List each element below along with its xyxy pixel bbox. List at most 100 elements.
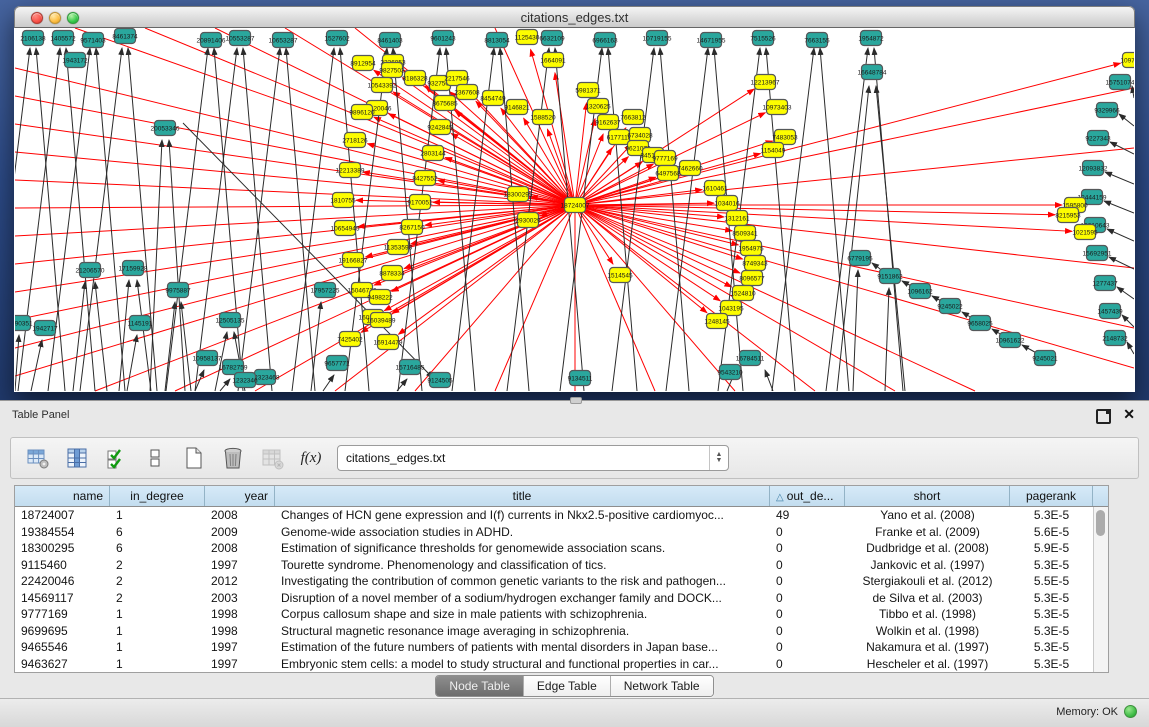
graph-node[interactable]: 10958137 (193, 351, 222, 366)
cited-node[interactable]: 1524810 (730, 286, 756, 301)
cited-node[interactable]: 1514545 (607, 268, 633, 283)
column-header-title[interactable]: title (275, 486, 770, 506)
cited-node[interactable]: 8096577 (739, 271, 765, 286)
graph-node[interactable]: 1527602 (324, 31, 350, 46)
graph-node[interactable]: 10653287 (269, 33, 298, 48)
cited-node[interactable]: 8749343 (742, 256, 768, 271)
cited-node[interactable]: 9777169 (652, 151, 678, 166)
cited-node[interactable]: 2930029 (515, 213, 541, 228)
cited-node[interactable]: 9827503 (379, 63, 405, 78)
cited-node[interactable]: 9170051 (407, 195, 433, 210)
cited-node[interactable]: 7462660 (677, 161, 703, 176)
graph-node[interactable]: 9245022 (937, 299, 963, 314)
row-toggle-icon[interactable] (142, 445, 168, 471)
cited-node[interactable]: 12213389 (336, 163, 365, 178)
graph-node[interactable]: 1277437 (1092, 276, 1118, 291)
select-rows-icon[interactable] (103, 445, 129, 471)
table-settings-icon[interactable] (25, 445, 51, 471)
graph-node[interactable]: 7515526 (750, 31, 776, 46)
table-selector-combobox[interactable]: citations_edges.txt ▲▼ (337, 445, 729, 471)
graph-node[interactable]: 2106138 (20, 31, 46, 46)
graph-node[interactable]: 6632109 (539, 31, 565, 46)
combobox-arrows-icon[interactable]: ▲▼ (709, 446, 728, 470)
table-row[interactable]: 2242004622012Investigating the contribut… (15, 573, 1108, 590)
graph-node[interactable]: 9601243 (430, 31, 456, 46)
graph-node[interactable]: 14671955 (697, 33, 726, 48)
graph-node[interactable]: 7663155 (804, 33, 830, 48)
cited-node[interactable]: 1154049 (761, 143, 786, 158)
cited-node[interactable]: 8454749 (480, 91, 506, 106)
function-icon[interactable]: f(x) (298, 445, 324, 471)
cited-node[interactable]: 2217546 (444, 71, 470, 86)
graph-node[interactable]: 1457439 (1097, 304, 1123, 319)
cited-node[interactable]: 7663812 (620, 110, 646, 125)
graph-node[interactable]: 9151862 (877, 269, 903, 284)
graph-node[interactable]: 1942717 (32, 321, 58, 336)
graph-node[interactable]: 6779195 (847, 251, 873, 266)
tab-network-table[interactable]: Network Table (610, 676, 713, 696)
cited-node[interactable]: 8878334 (379, 266, 405, 281)
cited-node[interactable]: 1954975 (738, 241, 764, 256)
cited-node[interactable]: 1610461 (702, 181, 728, 196)
graph-node[interactable]: 20053346 (151, 121, 180, 136)
graph-node[interactable]: 9245021 (1032, 351, 1058, 366)
column-header-pagerank[interactable]: pagerank (1010, 486, 1093, 506)
table-row[interactable]: 946554611997Estimation of the future num… (15, 639, 1108, 656)
graph-node[interactable]: 16648784 (858, 65, 887, 80)
cited-node[interactable]: 1097343 (1120, 53, 1134, 68)
graph-node[interactable]: 17957225 (311, 283, 340, 298)
cited-node[interactable]: 8215953 (1055, 208, 1081, 223)
column-header-year[interactable]: year (205, 486, 275, 506)
graph-node[interactable]: 9657771 (324, 356, 350, 371)
column-header-in_degree[interactable]: in_degree (110, 486, 205, 506)
column-header-short[interactable]: short (845, 486, 1010, 506)
tab-edge-table[interactable]: Edge Table (523, 676, 610, 696)
cited-node[interactable]: 9146821 (504, 100, 530, 115)
graph-node[interactable]: 15692951 (1083, 246, 1112, 261)
table-row[interactable]: 969969511998Structural magnetic resonanc… (15, 623, 1108, 640)
graph-node[interactable]: 1145191 (128, 316, 153, 331)
graph-node[interactable]: 15751074 (1106, 75, 1134, 90)
cited-node[interactable]: 12213967 (751, 75, 780, 90)
cited-node[interactable]: 1320625 (585, 99, 611, 114)
graph-node[interactable]: 9190351 (15, 316, 33, 331)
new-document-icon[interactable] (181, 445, 207, 471)
cited-node[interactable]: 1125430 (515, 30, 540, 45)
table-row[interactable]: 1938455462009Genome-wide association stu… (15, 524, 1108, 541)
memory-indicator[interactable]: Memory: OK (1056, 705, 1137, 718)
tab-node-table[interactable]: Node Table (436, 676, 523, 696)
graph-node[interactable]: 9134511 (568, 371, 593, 386)
graph-node[interactable]: 9124505 (427, 373, 453, 388)
graph-node[interactable]: 10553287 (226, 31, 255, 46)
hub-node[interactable]: 18724007 (561, 198, 590, 213)
cited-node[interactable]: 16039489 (367, 313, 396, 328)
graph-node[interactable]: 9227343 (1085, 131, 1111, 146)
cited-node[interactable]: 8186328 (402, 71, 428, 86)
cited-node[interactable]: 6497568 (655, 166, 681, 181)
cited-node[interactable]: 19166827 (339, 253, 368, 268)
graph-node[interactable]: 1232346 (232, 373, 258, 388)
graph-node[interactable]: 9543210 (717, 365, 743, 380)
close-panel-icon[interactable]: ✕ (1123, 406, 1135, 422)
graph-node[interactable]: 1943172 (62, 53, 88, 68)
cited-node[interactable]: 1312161 (724, 211, 750, 226)
cited-node[interactable]: 1664091 (540, 53, 566, 68)
cited-node[interactable]: 2718126 (342, 133, 368, 148)
cited-node[interactable]: 16914479 (374, 335, 403, 350)
table-row[interactable]: 1456911722003Disruption of a novel membe… (15, 590, 1108, 607)
delete-trash-icon[interactable] (220, 445, 246, 471)
cited-node[interactable]: 10654945 (331, 221, 360, 236)
cited-node[interactable]: 11353593 (384, 240, 413, 255)
graph-node[interactable]: 21206570 (76, 263, 105, 278)
table-row[interactable]: 911546021997Tourette syndrome. Phenomeno… (15, 557, 1108, 574)
cited-node[interactable]: 9162637 (595, 115, 621, 130)
graph-node[interactable]: 1954872 (858, 31, 884, 46)
graph-node[interactable]: 20891406 (197, 33, 226, 48)
graph-node[interactable]: 8813054 (484, 33, 510, 48)
cited-node[interactable]: 7425402 (337, 332, 363, 347)
graph-node[interactable]: 9658025 (967, 316, 993, 331)
cited-node[interactable]: 9242845 (427, 120, 453, 135)
graph-node[interactable]: 9329966 (1094, 103, 1120, 118)
cited-node[interactable]: 2367608 (454, 85, 480, 100)
graph-node[interactable]: 10961622 (996, 333, 1025, 348)
